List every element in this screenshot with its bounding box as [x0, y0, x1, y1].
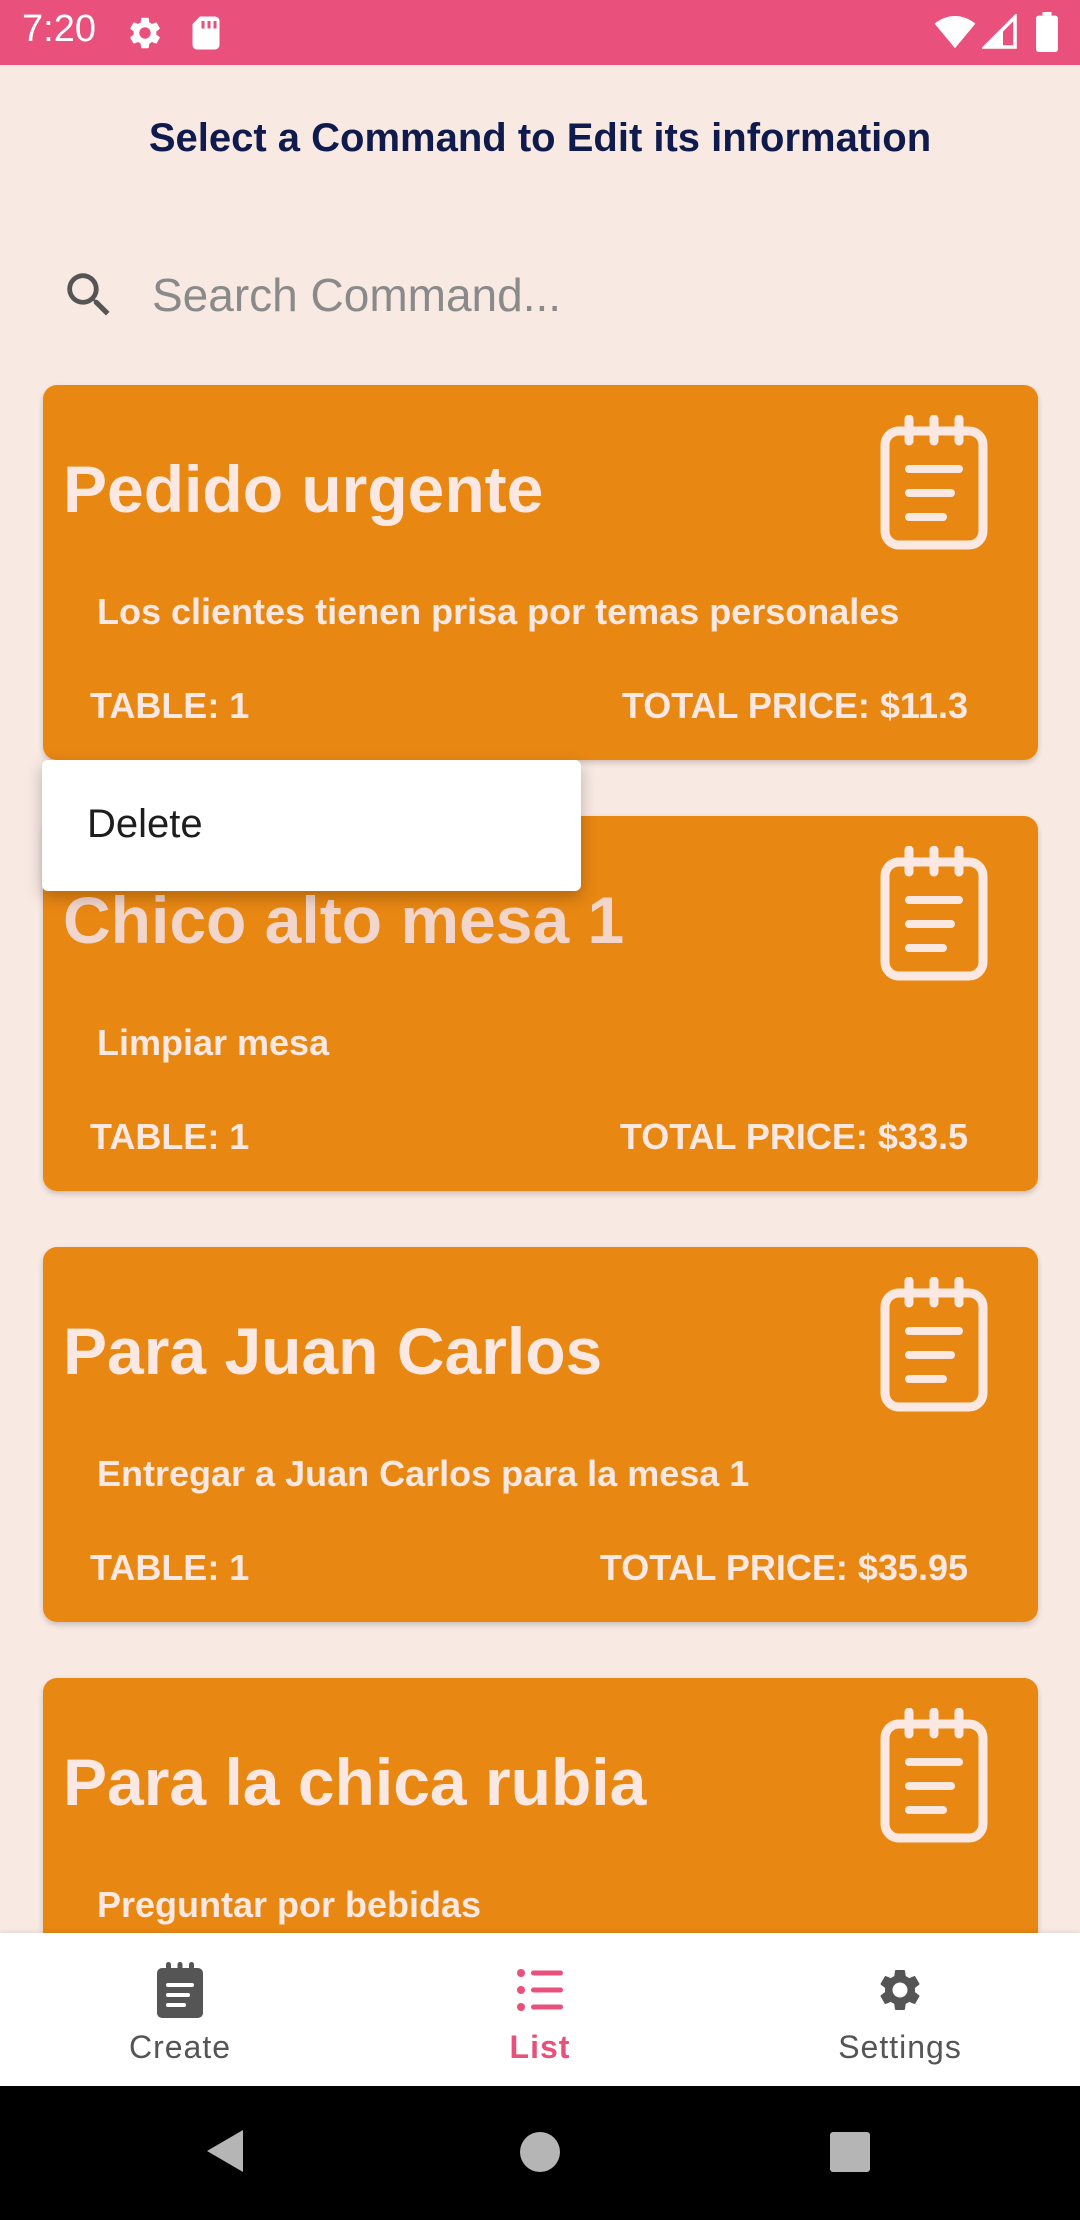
command-table: TABLE: 1	[90, 1547, 250, 1588]
gear-icon	[880, 1970, 920, 2010]
notepad-icon	[880, 1708, 988, 1843]
command-description: Preguntar por bebidas	[97, 1884, 482, 1925]
bottom-navigation: Create List Settings	[0, 1933, 1080, 2086]
nav-list-label: List	[509, 2029, 571, 2065]
command-title: Para Juan Carlos	[63, 1314, 603, 1388]
nav-list[interactable]: List	[360, 1933, 720, 2086]
command-total-price: TOTAL PRICE: $11.3	[621, 685, 968, 726]
command-description: Limpiar mesa	[97, 1022, 330, 1063]
context-menu: Delete	[42, 760, 581, 891]
command-description: Los clientes tienen prisa por temas pers…	[97, 591, 900, 632]
notepad-icon	[880, 1277, 988, 1412]
notepad-icon	[880, 846, 988, 981]
command-title: Chico alto mesa 1	[63, 883, 625, 957]
notepad-icon	[157, 1962, 203, 2018]
delete-menu-item[interactable]: Delete	[87, 802, 203, 847]
recents-icon[interactable]	[829, 2131, 871, 2173]
home-icon[interactable]	[519, 2131, 561, 2173]
command-title: Para la chica rubia	[63, 1745, 647, 1819]
command-card[interactable]: Para Juan Carlos Entregar a Juan Carlos …	[43, 1247, 1038, 1622]
command-total-price: TOTAL PRICE: $33.5	[619, 1116, 968, 1157]
command-description: Entregar a Juan Carlos para la mesa 1	[97, 1453, 750, 1494]
command-title: Pedido urgente	[63, 452, 544, 526]
back-icon[interactable]	[203, 2126, 247, 2176]
command-list[interactable]: Pedido urgente Los clientes tienen prisa…	[0, 0, 1080, 1933]
command-card[interactable]: Para la chica rubia Preguntar por bebida…	[43, 1678, 1038, 1933]
list-icon	[517, 1969, 563, 2011]
nav-create[interactable]: Create	[0, 1933, 360, 2086]
notepad-icon	[880, 415, 988, 550]
nav-create-label: Create	[128, 2029, 232, 2065]
command-table: TABLE: 1	[90, 1116, 250, 1157]
command-table: TABLE: 1	[90, 685, 250, 726]
nav-settings-label: Settings	[838, 2029, 962, 2065]
command-total-price: TOTAL PRICE: $35.95	[599, 1547, 968, 1588]
nav-settings[interactable]: Settings	[720, 1933, 1080, 2086]
command-card[interactable]: Pedido urgente Los clientes tienen prisa…	[43, 385, 1038, 760]
system-navigation-bar	[0, 2086, 1080, 2220]
